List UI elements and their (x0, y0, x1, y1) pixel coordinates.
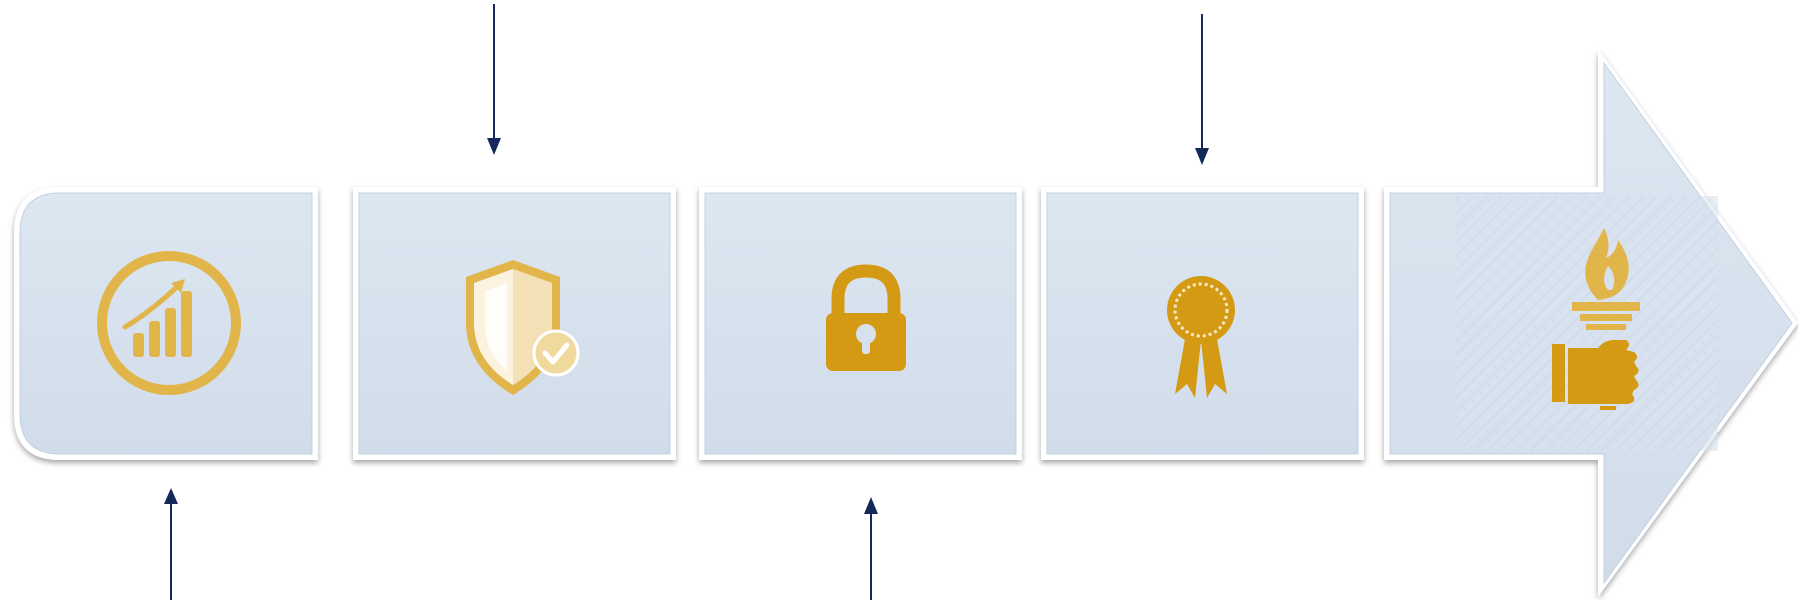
hatched-panel (1456, 196, 1718, 451)
step-security (699, 187, 1022, 460)
step-protection (353, 187, 676, 460)
arrow-to-quality (1195, 14, 1209, 165)
step-growth (14, 187, 318, 460)
step-leadership (1384, 49, 1798, 597)
arrow-to-protection (487, 4, 501, 155)
step-quality (1041, 187, 1364, 460)
process-arrow-diagram (14, 4, 1798, 600)
arrow-to-growth (164, 488, 178, 600)
arrow-to-security (864, 497, 878, 600)
